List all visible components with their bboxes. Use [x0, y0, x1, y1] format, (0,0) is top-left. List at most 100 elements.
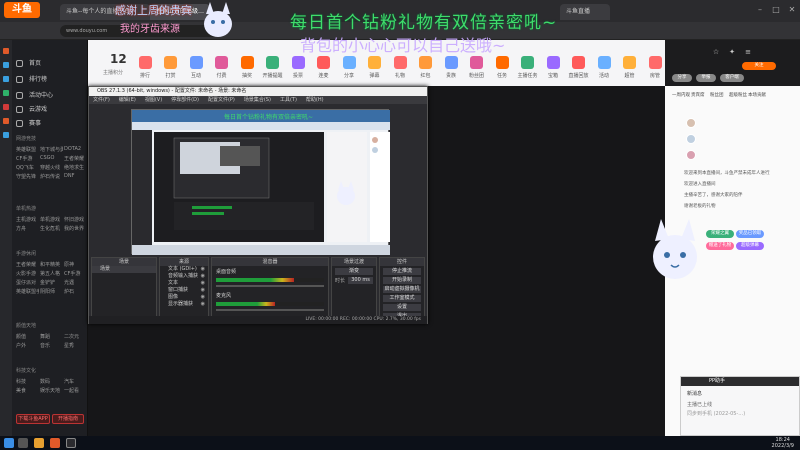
control-button[interactable]: 工作室模式 — [383, 295, 421, 302]
app-icon[interactable] — [3, 76, 9, 82]
category-link[interactable]: 娱乐天地 — [40, 387, 63, 394]
category-link[interactable]: 二次元 — [64, 333, 87, 340]
category-link[interactable]: 怀旧游戏 — [64, 216, 87, 223]
chat-tab[interactable]: 贵宾席 — [691, 92, 709, 98]
source-item[interactable]: 窗口捕获 ◉ — [160, 287, 208, 294]
category-link[interactable]: 户外 — [16, 342, 39, 349]
sidebar-item[interactable]: 首页 — [16, 58, 41, 67]
category-link[interactable]: 单机游戏 — [40, 216, 63, 223]
category-link[interactable]: 炉石传说 — [40, 173, 63, 180]
eye-icon[interactable]: ◉ — [201, 266, 205, 273]
share-button[interactable]: 分享 — [672, 74, 692, 82]
eye-icon[interactable]: ◉ — [201, 273, 205, 280]
toolbar-tool[interactable]: 贵族 — [438, 56, 464, 79]
transition-select[interactable]: 渐变 — [335, 268, 373, 275]
category-link[interactable]: 阴阳师 — [40, 288, 63, 295]
desktop-notification[interactable]: PP助手 新消息 主播已上线 同步到手机 (2022-05-…) — [680, 376, 800, 436]
source-item[interactable]: 音频输入捕获 ◉ — [160, 273, 208, 280]
category-link[interactable]: 金铲铲 — [40, 279, 63, 286]
star-icon[interactable]: ☆ — [710, 46, 722, 58]
minimize-icon[interactable]: – — [754, 5, 766, 15]
chat-tab[interactable]: 本场贡献 — [748, 92, 766, 98]
toolbar-tool[interactable]: 房管 — [642, 56, 668, 79]
app-icon[interactable] — [3, 104, 9, 110]
toolbar-tool[interactable]: 付费 — [209, 56, 235, 79]
category-link[interactable]: 第五人格 — [40, 270, 63, 277]
eye-icon[interactable]: ◉ — [201, 280, 205, 287]
app-icon[interactable] — [3, 118, 9, 124]
toolbar-tool[interactable]: 投票 — [285, 56, 311, 79]
toolbar-tool[interactable]: 超管 — [617, 56, 643, 79]
category-link[interactable]: 守望先锋 — [16, 173, 39, 180]
source-item[interactable]: 文本 (GDI+) ◉ — [160, 266, 208, 273]
eye-icon[interactable]: ◉ — [201, 294, 205, 301]
category-link[interactable]: 一起看 — [64, 387, 87, 394]
category-link[interactable]: CF手游 — [16, 155, 39, 162]
app-icon[interactable] — [3, 48, 9, 54]
toolbar-tool[interactable]: 礼物 — [387, 56, 413, 79]
obs-icon[interactable] — [66, 438, 76, 448]
app-icon[interactable] — [3, 62, 9, 68]
toolbar-tool[interactable]: 排行 — [132, 56, 158, 79]
control-button[interactable]: 停止推流 — [383, 268, 421, 275]
extension-icon[interactable]: ✦ — [726, 46, 738, 58]
follow-button[interactable]: 关注 — [742, 62, 776, 70]
category-link[interactable]: 火影手游 — [16, 270, 39, 277]
volume-slider[interactable] — [216, 285, 324, 287]
category-link[interactable]: 我的世界 — [64, 225, 87, 232]
windows-start-icon[interactable] — [4, 438, 14, 448]
toolbar-tool[interactable]: 打赏 — [158, 56, 184, 79]
sidebar-item[interactable]: 排行榜 — [16, 74, 47, 83]
category-link[interactable]: 绝地求生 — [64, 164, 87, 171]
avatar[interactable] — [686, 118, 696, 128]
sidebar-item[interactable]: 活动中心 — [16, 90, 53, 99]
category-link[interactable]: 英雄联盟 — [16, 146, 39, 153]
report-button[interactable]: 举报 — [696, 74, 716, 82]
search-icon[interactable] — [18, 438, 28, 448]
toolbar-tool[interactable]: 红包 — [413, 56, 439, 79]
category-link[interactable]: 生化危机 — [40, 225, 63, 232]
browser-tab-3[interactable]: 斗鱼直播 — [560, 4, 610, 20]
chat-tab[interactable]: 粉丝团 — [710, 92, 728, 98]
eye-icon[interactable]: ◉ — [201, 301, 205, 308]
category-link[interactable]: 科技 — [16, 378, 39, 385]
category-link[interactable]: 光遇 — [64, 279, 87, 286]
category-link[interactable]: CF手游 — [64, 270, 87, 277]
obs-menu-item[interactable]: 视图(V) — [145, 97, 162, 103]
control-button[interactable]: 启动虚拟摄像机 — [383, 286, 421, 293]
control-button[interactable]: 开始录制 — [383, 277, 421, 284]
source-item[interactable]: 显示器捕获 ◉ — [160, 301, 208, 308]
category-link[interactable]: 地下城与勇士 — [40, 146, 63, 153]
douyu-icon[interactable] — [50, 438, 60, 448]
category-link[interactable]: 原神 — [64, 261, 87, 268]
toolbar-tool[interactable]: 活动 — [591, 56, 617, 79]
stream-guide-button[interactable]: 开播指南 — [52, 414, 84, 424]
category-link[interactable]: 主机游戏 — [16, 216, 39, 223]
sidebar-item[interactable]: 云游戏 — [16, 104, 47, 113]
obs-menu-item[interactable]: 停靠部件(D) — [171, 97, 199, 103]
category-link[interactable]: CSGO — [40, 155, 63, 161]
scene-item[interactable]: 场景 — [92, 266, 156, 273]
category-link[interactable]: 汽车 — [64, 378, 87, 385]
toolbar-tool[interactable]: 互动 — [183, 56, 209, 79]
toolbar-tool[interactable]: 任务 — [489, 56, 515, 79]
category-link[interactable]: 蛋仔派对 — [16, 279, 39, 286]
toolbar-tool[interactable]: 连麦 — [311, 56, 337, 79]
avatar[interactable] — [686, 150, 696, 160]
control-button[interactable]: 设置 — [383, 304, 421, 311]
chat-tab[interactable]: 超级粉丝 — [729, 92, 747, 98]
category-link[interactable]: 王者荣耀 — [16, 261, 39, 268]
category-link[interactable]: 方舟 — [16, 225, 39, 232]
toolbar-tool[interactable]: 开播提醒 — [260, 56, 286, 79]
toolbar-tool[interactable]: 直播回放 — [566, 56, 592, 79]
category-link[interactable]: 穿越火线 — [40, 164, 63, 171]
obs-menu-item[interactable]: 工具(T) — [280, 97, 297, 103]
category-link[interactable]: QQ飞车 — [16, 164, 39, 171]
menu-icon[interactable]: ≡ — [742, 46, 754, 58]
toolbar-tool[interactable]: 粉丝团 — [464, 56, 490, 79]
category-link[interactable]: 舞蹈 — [40, 333, 63, 340]
toolbar-tool[interactable]: 主播任务 — [515, 56, 541, 79]
eye-icon[interactable]: ◉ — [201, 287, 205, 294]
clock[interactable]: 18:24 2022/3/9 — [772, 437, 794, 449]
category-link[interactable]: 颜值 — [16, 333, 39, 340]
